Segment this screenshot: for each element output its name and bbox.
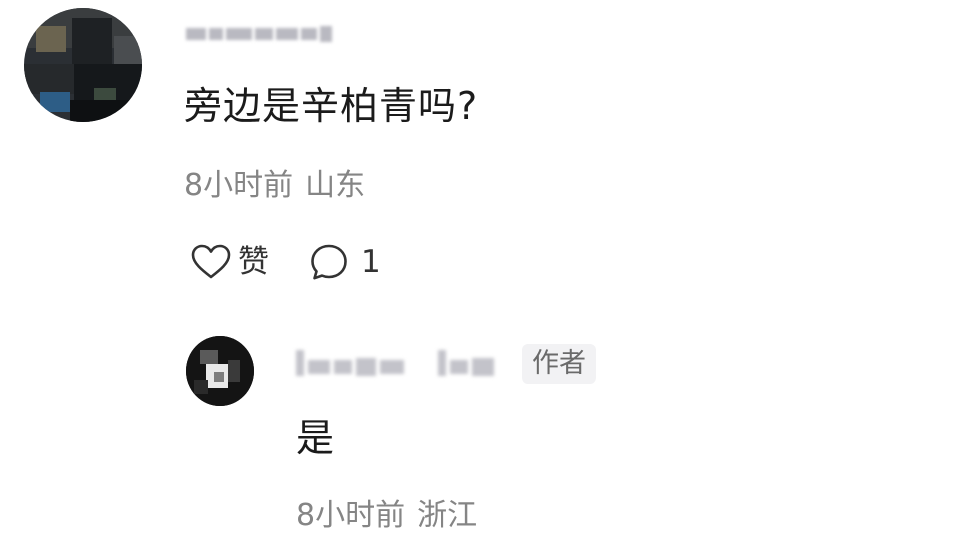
reply-count: 1 xyxy=(361,244,381,280)
avatar-pixel-block xyxy=(200,350,218,364)
avatar-pixel-block xyxy=(114,36,142,66)
comment-text: 旁边是辛柏青吗? xyxy=(184,84,479,128)
avatar[interactable] xyxy=(24,8,142,122)
comment-actions: 赞 1 xyxy=(190,240,381,284)
avatar[interactable] xyxy=(186,336,254,406)
comment-time: 8小时前 xyxy=(184,168,294,203)
avatar-pixel-block xyxy=(228,360,240,382)
reply-button[interactable]: 1 xyxy=(309,242,381,282)
comment-location: 山东 xyxy=(305,168,366,203)
reply-text: 是 xyxy=(296,416,335,460)
speech-bubble-icon xyxy=(309,242,349,282)
like-label: 赞 xyxy=(238,244,269,280)
heart-outline-icon xyxy=(190,243,232,281)
reply-time: 8小时前 xyxy=(296,498,406,533)
author-badge: 作者 xyxy=(522,344,596,384)
reply-location: 浙江 xyxy=(417,498,478,533)
comment-meta: 8小时前 山东 xyxy=(184,166,365,206)
avatar-pixel-block xyxy=(194,380,208,394)
avatar-pixel-block xyxy=(24,64,74,94)
avatar-pixel-block xyxy=(36,26,66,52)
avatar-pixel-block xyxy=(72,18,112,64)
like-button[interactable]: 赞 xyxy=(190,242,269,282)
avatar-pixel-block xyxy=(40,92,70,112)
avatar-pixel-block xyxy=(94,88,116,100)
avatar-pixel-block xyxy=(70,100,142,122)
username-blurred[interactable] xyxy=(296,346,494,380)
username-blurred[interactable] xyxy=(186,22,332,44)
avatar-pixel-block xyxy=(214,372,224,382)
reply-meta: 8小时前 浙江 xyxy=(296,496,477,536)
